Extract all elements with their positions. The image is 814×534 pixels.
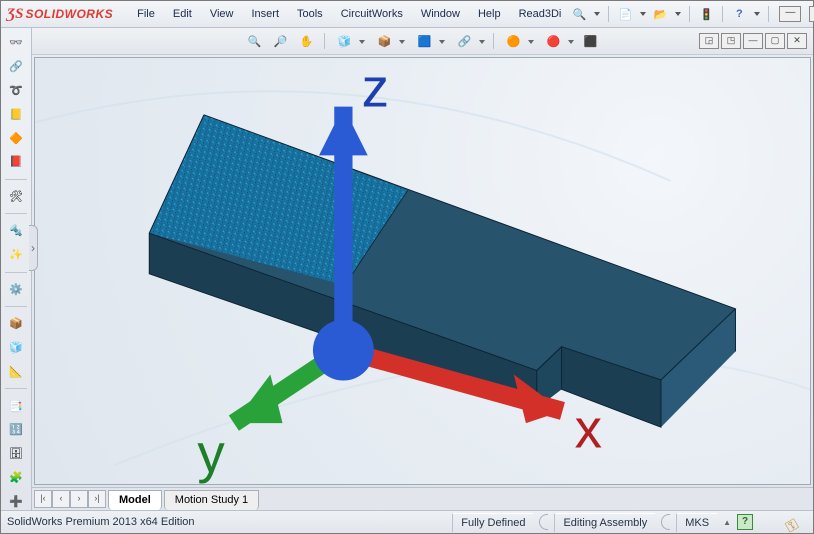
separator [5, 179, 27, 180]
status-key-icon[interactable]: ⚿ [783, 510, 809, 533]
help-icon[interactable]: ? [731, 6, 747, 22]
status-help-icon[interactable]: ? [737, 514, 753, 530]
menu-circuitworks[interactable]: CircuitWorks [333, 5, 411, 23]
glasses-icon[interactable]: 👓 [5, 34, 27, 52]
search-icon[interactable]: 🔍 [571, 6, 587, 22]
viewport-column: 🔍🔎✋ 🧊📦🟦🔗 🟠🔴⬛ ◲ ◳ — ▢ ✕ [32, 28, 813, 510]
3d-viewport[interactable]: x y z [34, 57, 811, 485]
spark-icon[interactable]: ✨ [5, 246, 27, 264]
left-toolbar: 👓 🔗 ➰ 📒 🔶 📕 🛠 🔩 ✨ ⚙️ 📦 🧊 📐 📑 🔢 🗄 🧩 ➕ [1, 28, 32, 510]
separator [5, 306, 27, 307]
menu-window[interactable]: Window [413, 5, 468, 23]
pan-icon[interactable]: ✋ [296, 30, 318, 52]
tab-prev[interactable]: ‹ [52, 490, 70, 508]
numbers-icon[interactable]: 🔢 [5, 421, 27, 439]
separator [324, 33, 325, 49]
bottom-tabs: |‹ ‹ › ›| Model Motion Study 1 [32, 487, 813, 510]
doc-restore-left[interactable]: ◲ [699, 33, 719, 49]
feature-icon[interactable]: 🔶 [5, 129, 27, 147]
fastener-icon[interactable]: 🔩 [5, 222, 27, 240]
separator [689, 6, 690, 22]
menu-file[interactable]: File [129, 5, 163, 23]
cabinet-icon[interactable]: 🗄 [5, 445, 27, 463]
open-doc-drop-icon[interactable] [675, 12, 681, 16]
doc-close[interactable]: ✕ [787, 33, 807, 49]
sketch-tool-icon[interactable]: ➰ [5, 82, 27, 100]
chain-icon[interactable]: 🔗 [451, 30, 487, 52]
view-toolbar: 🔍🔎✋ 🧊📦🟦🔗 🟠🔴⬛ ◲ ◳ — ▢ ✕ [32, 28, 813, 55]
view-triad[interactable]: x y z [35, 58, 810, 484]
link-icon[interactable]: 🔗 [5, 58, 27, 76]
app-name: SOLIDWORKS [25, 7, 113, 21]
status-edition: SolidWorks Premium 2013 x64 Edition [7, 516, 195, 528]
tab-last[interactable]: ›| [88, 490, 106, 508]
zoom-fit-icon[interactable]: 🔍 [244, 30, 266, 52]
new-doc-icon[interactable]: 📄 [617, 6, 633, 22]
wrench-icon[interactable]: 🛠 [5, 188, 27, 206]
help-drop-icon[interactable] [754, 12, 760, 16]
sub-window-controls: ◲ ◳ — ▢ ✕ [699, 33, 807, 49]
sheet-icon[interactable]: 📕 [5, 153, 27, 171]
appearance-sphere-icon[interactable]: 🟠 [500, 30, 536, 52]
menu-insert[interactable]: Insert [243, 5, 287, 23]
app-logo: ƷS SOLIDWORKS [7, 6, 113, 23]
separator [722, 6, 723, 22]
left-panel-collapse-handle[interactable] [29, 225, 38, 271]
display-style-icon[interactable]: 📦 [371, 30, 407, 52]
separator [5, 388, 27, 389]
doc-minimize[interactable]: — [743, 33, 763, 49]
triad-x-label: x [575, 397, 602, 459]
scene-sphere-icon[interactable]: 🔴 [540, 30, 576, 52]
menu-edit[interactable]: Edit [165, 5, 200, 23]
separator [5, 272, 27, 273]
main-body: 👓🔗➰📒🔶📕🛠🔩✨⚙️📦🧊📐📑🔢🗄🧩➕ 🔍🔎✋🧊📦🟦🔗🟠🔴⬛ ◲ ◳ — ▢ ✕ [1, 28, 813, 510]
window-restore[interactable]: ▢ [809, 6, 814, 22]
tab-model[interactable]: Model [108, 490, 162, 510]
doc-restore-right[interactable]: ◳ [721, 33, 741, 49]
tab-first[interactable]: |‹ [34, 490, 52, 508]
separator [493, 33, 494, 49]
status-divider-icon [539, 514, 548, 530]
menu-read3di[interactable]: Read3Di [511, 5, 570, 23]
plus-icon[interactable]: ➕ [5, 492, 27, 510]
status-bar: SolidWorks Premium 2013 x64 Edition Full… [1, 510, 813, 533]
gear-icon[interactable]: ⚙️ [5, 280, 27, 298]
menu-view[interactable]: View [202, 5, 242, 23]
measure-icon[interactable]: 📐 [5, 363, 27, 381]
zoom-area-icon[interactable]: 🔎 [270, 30, 292, 52]
open-doc-icon[interactable]: 📂 [652, 6, 668, 22]
notebook-icon[interactable]: 📒 [5, 105, 27, 123]
align-left-icon[interactable]: 📑 [5, 397, 27, 415]
box-icon[interactable]: 📦 [5, 315, 27, 333]
doc-maximize[interactable]: ▢ [765, 33, 785, 49]
tab-motion-study-1[interactable]: Motion Study 1 [164, 490, 259, 510]
ds-logo-icon: ƷS [7, 6, 23, 23]
triad-z-label: z [362, 58, 389, 119]
menu-help[interactable]: Help [470, 5, 509, 23]
separator [768, 6, 769, 22]
status-mode: Editing Assembly [554, 513, 655, 532]
separator [608, 6, 609, 22]
tab-nav: |‹ ‹ › ›| [32, 488, 108, 510]
orientation-icon[interactable]: 🧊 [331, 30, 367, 52]
status-units[interactable]: MKS [676, 513, 717, 532]
tab-next[interactable]: › [70, 490, 88, 508]
triad-y-label: y [197, 422, 225, 484]
section-icon[interactable]: 🟦 [411, 30, 447, 52]
new-doc-drop-icon[interactable] [640, 12, 646, 16]
puzzle-icon[interactable]: 🧩 [5, 469, 27, 487]
menu-tools[interactable]: Tools [289, 5, 331, 23]
search-drop-icon[interactable] [594, 12, 600, 16]
solid-icon[interactable]: 🧊 [5, 339, 27, 357]
menu-bar: ƷS SOLIDWORKS File Edit View Insert Tool… [1, 1, 813, 28]
status-units-arrow-icon[interactable]: ▲ [723, 518, 731, 527]
separator [5, 213, 27, 214]
status-state: Fully Defined [452, 513, 533, 532]
rebuild-traffic-icon[interactable]: 🚦 [698, 6, 714, 22]
status-divider-icon [661, 514, 670, 530]
menu-right-icons: 🔍 📄 📂 🚦 ? — ▢ ✕ [571, 6, 814, 22]
window-minimize[interactable]: — [779, 6, 801, 22]
image-capture-icon[interactable]: ⬛ [580, 30, 602, 52]
